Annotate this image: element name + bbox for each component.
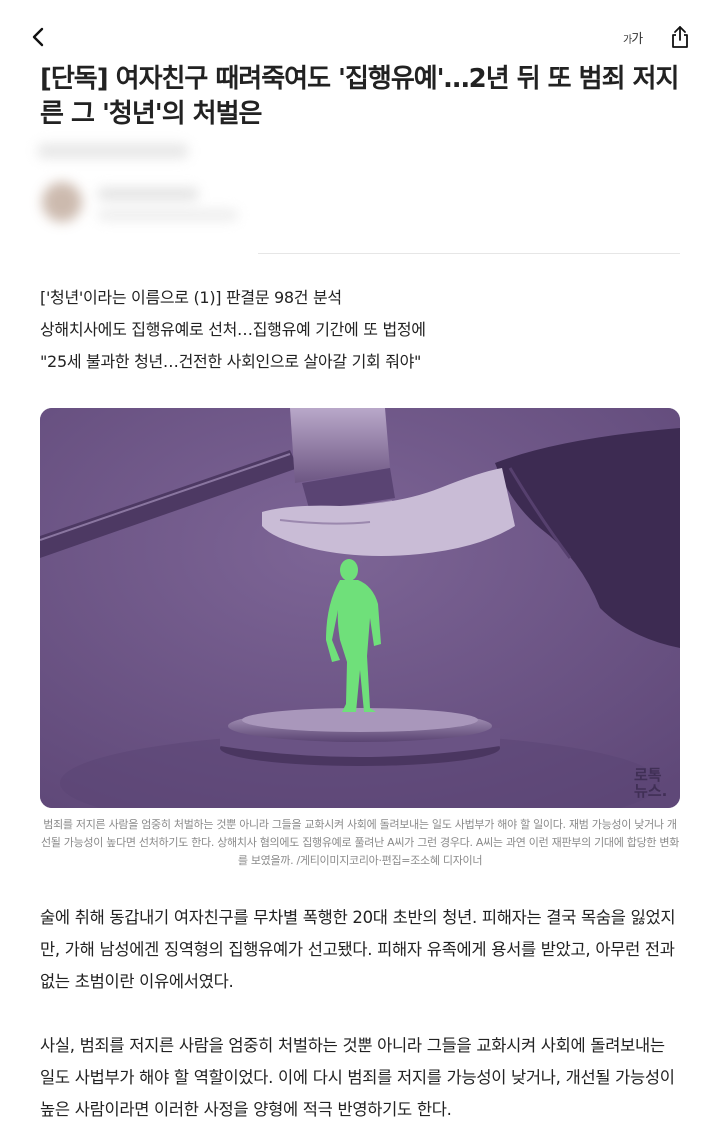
chevron-left-icon[interactable]	[26, 24, 52, 50]
subheading: 상해치사에도 집행유예로 선처…집행유예 기간에 또 법정에	[40, 320, 426, 339]
article-paragraph: 술에 취해 동갑내기 여자친구를 무차별 폭행한 20대 초반의 청년. 피해자…	[40, 908, 676, 991]
article-hero-image: 로톡 뉴스.	[40, 408, 680, 808]
share-icon[interactable]	[668, 24, 692, 50]
subheading: "25세 불과한 청년…건전한 사회인으로 살아갈 기회 줘야"	[40, 352, 422, 371]
article-subheadings: ['청년'이라는 이름으로 (1)] 판결문 98건 분석 상해치사에도 집행유…	[40, 282, 680, 378]
gavel-sound-block	[220, 708, 500, 766]
watermark-logo-line2: 뉴스.	[634, 782, 667, 800]
divider	[258, 253, 680, 254]
avatar	[42, 182, 82, 222]
font-size-small-label: 가	[623, 35, 632, 46]
subheading: ['청년'이라는 이름으로 (1)] 판결문 98건 분석	[40, 288, 342, 307]
font-size-large-label: 가	[631, 32, 643, 47]
font-size-button[interactable]: 가가	[623, 28, 643, 47]
image-caption: 범죄를 저지른 사람을 엄중히 처벌하는 것뿐 아니라 그들을 교화시켜 사회에…	[40, 818, 680, 867]
article-title: [단독] 여자친구 때려죽여도 '집행유예'…2년 뒤 또 범죄 저지른 그 '…	[40, 64, 679, 129]
article-paragraph: 사실, 범죄를 저지른 사람을 엄중히 처벌하는 것뿐 아니라 그들을 교화시켜…	[40, 1036, 675, 1119]
author-byline-blurred	[30, 138, 258, 253]
